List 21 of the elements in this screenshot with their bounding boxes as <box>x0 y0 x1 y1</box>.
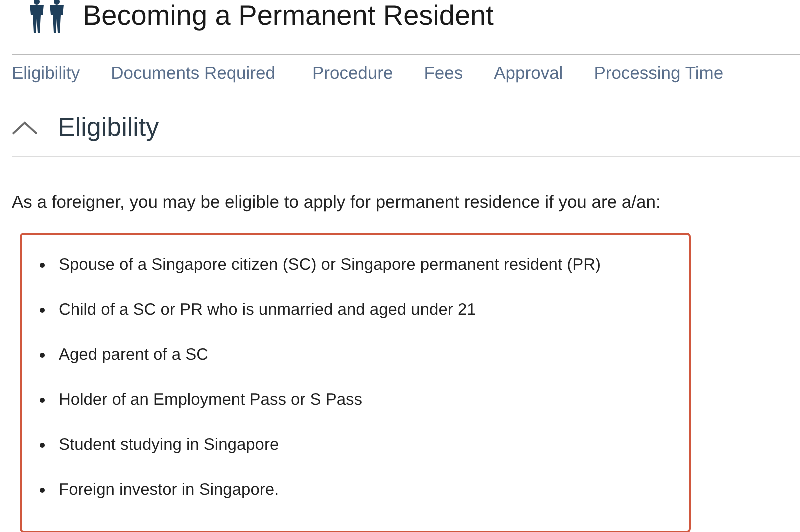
list-item: Spouse of a Singapore citizen (SC) or Singapore permanent resident (PR) <box>59 256 602 275</box>
nav-link[interactable]: Documents Required <box>111 63 276 99</box>
nav-link[interactable]: Approval <box>494 63 564 99</box>
bullet-icon <box>40 443 45 448</box>
list-item: Student studying in Singapore <box>59 436 280 455</box>
nav-link[interactable]: Fees <box>424 63 464 99</box>
bullet-icon <box>40 353 45 358</box>
list-item: Holder of an Employment Pass or S Pass <box>59 391 363 410</box>
page-title: Becoming a Permanent Resident <box>83 0 494 32</box>
nav-link[interactable]: Processing Time <box>594 63 724 99</box>
list-item: Foreign investor in Singapore. <box>59 481 280 500</box>
bullet-icon <box>40 488 45 493</box>
nav-link[interactable]: Procedure <box>312 63 394 99</box>
list-item: Aged parent of a SC <box>59 346 209 365</box>
bullet-icon <box>40 263 45 268</box>
list-item: Child of a SC or PR who is unmarried and aged under 21 <box>59 301 476 320</box>
bullet-icon <box>40 308 45 313</box>
intro-text: As a foreigner, you may be eligible to apply for permanent residence if you are a/an: <box>12 192 662 213</box>
nav-link[interactable]: Eligibility <box>12 63 80 99</box>
section-toggle[interactable]: Eligibility <box>12 99 800 157</box>
bullet-icon <box>40 398 45 403</box>
